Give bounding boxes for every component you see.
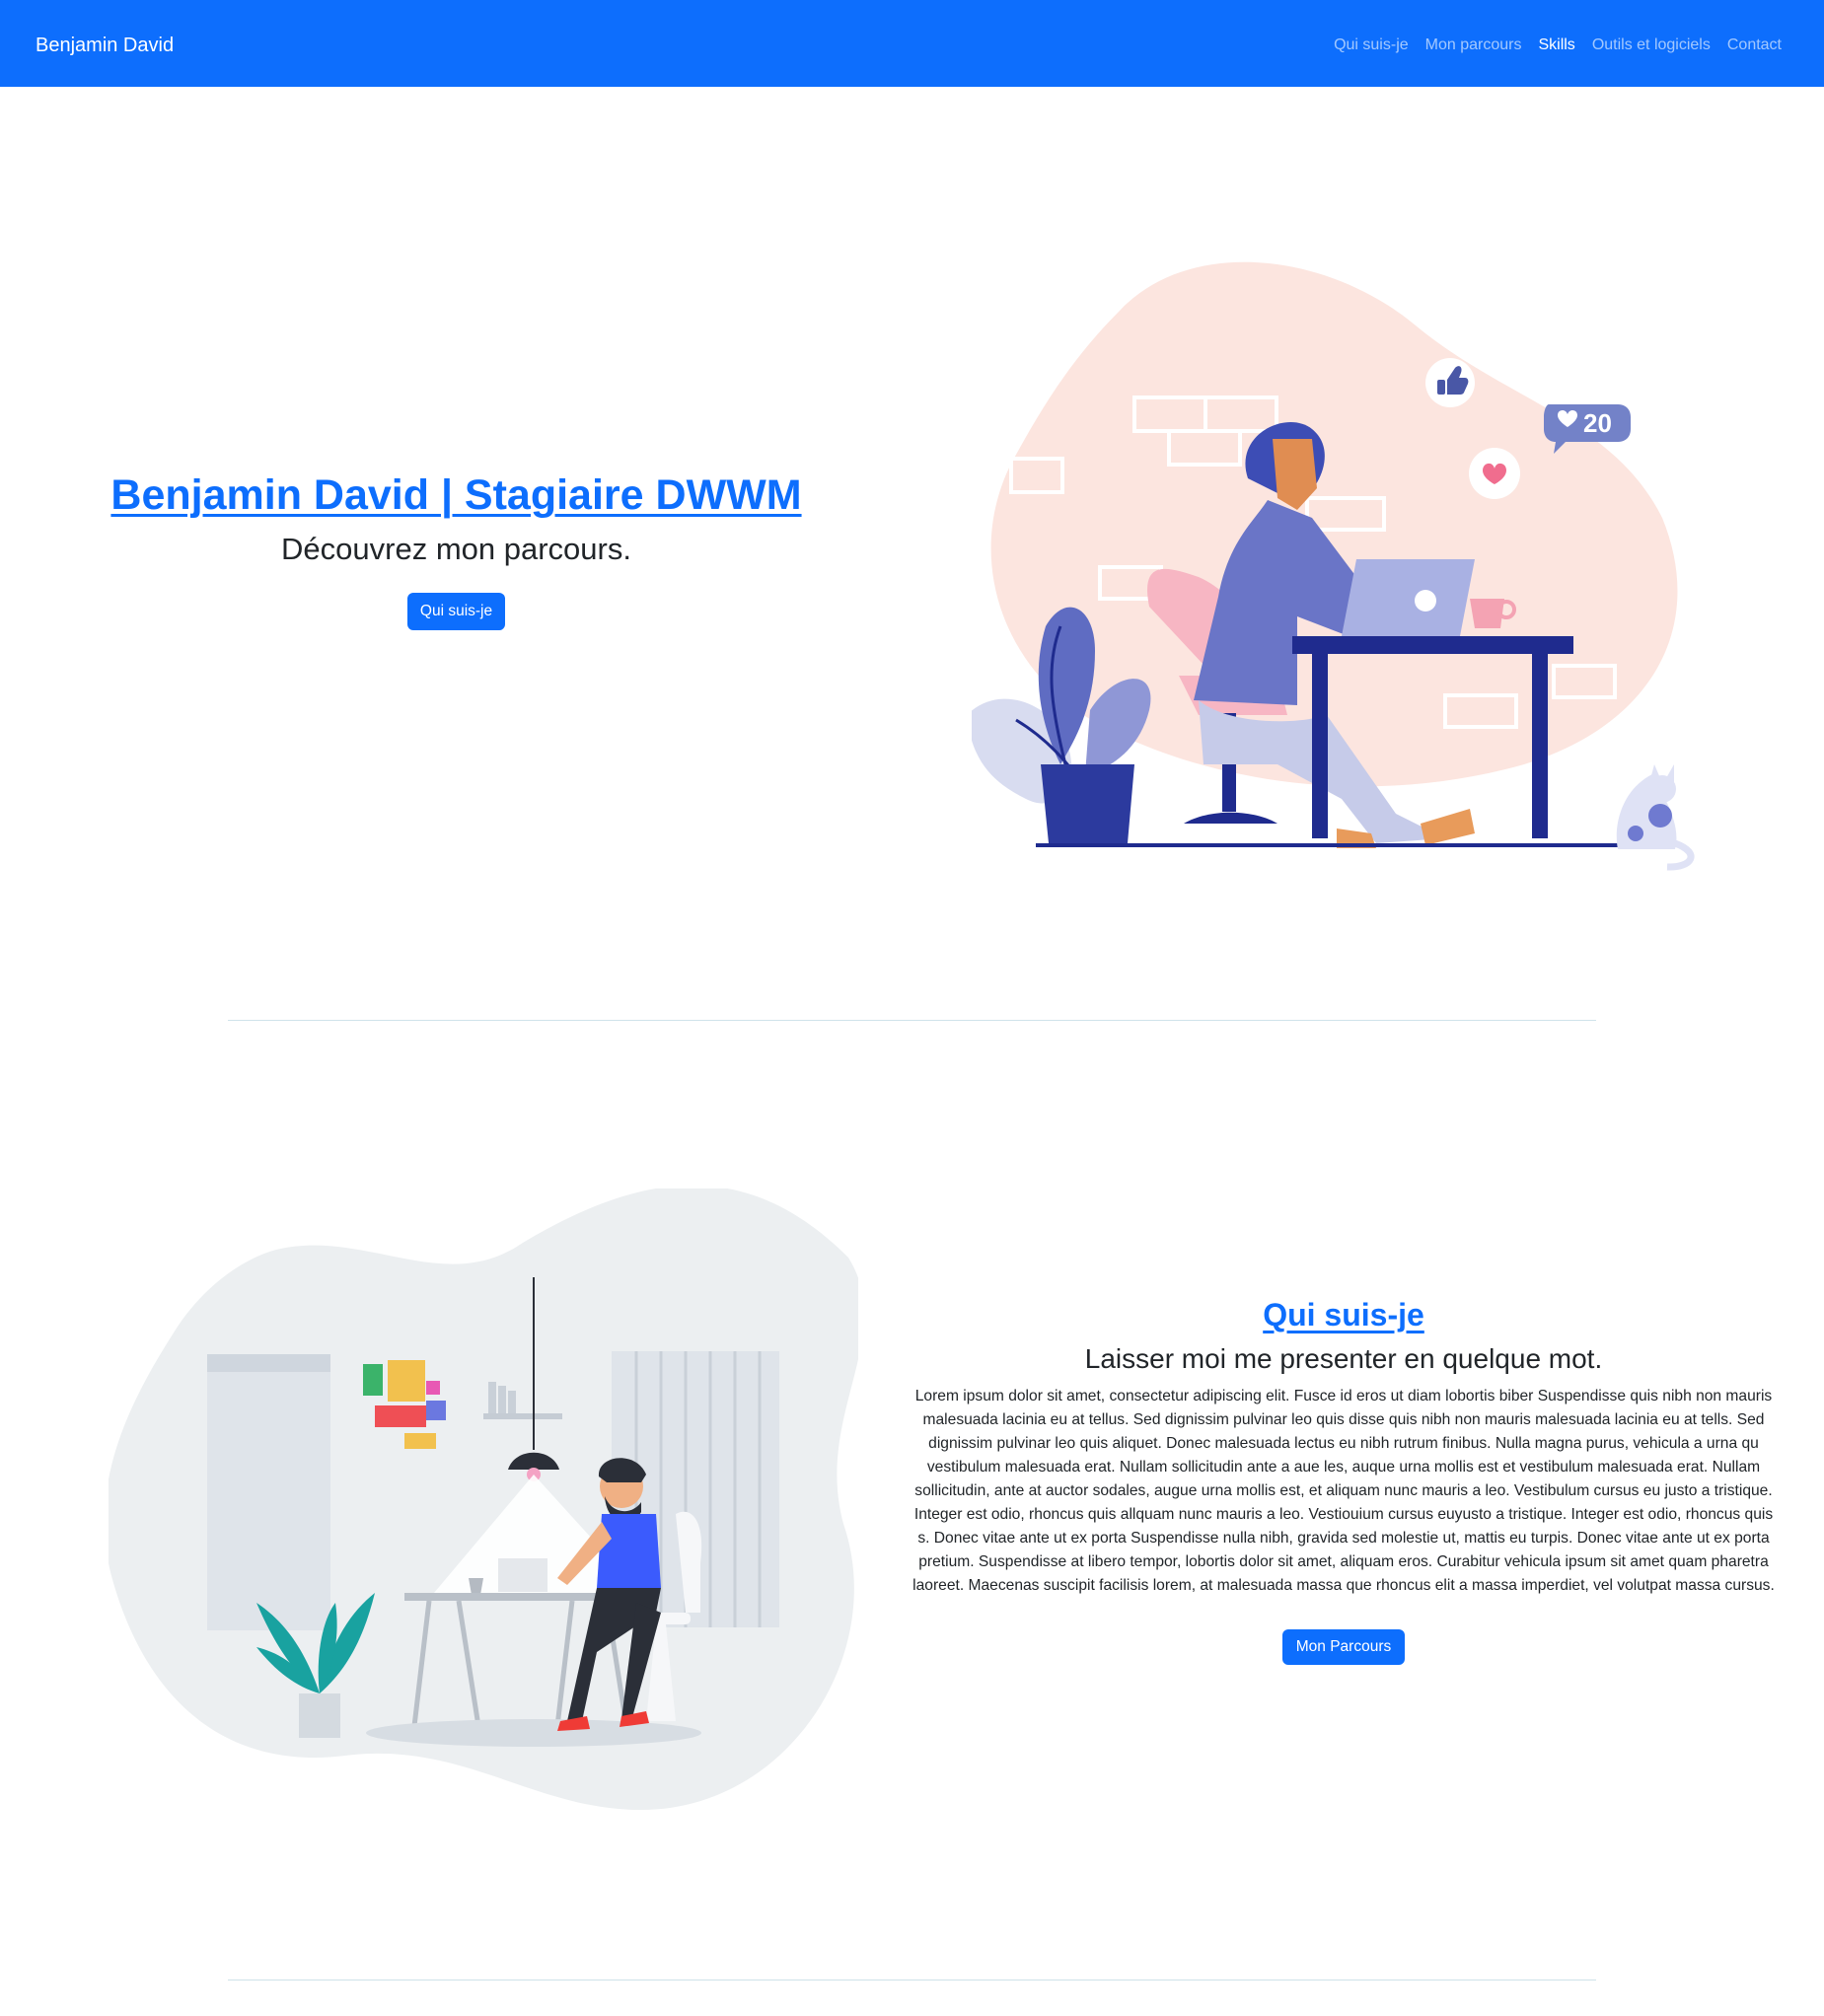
plant-pot (1041, 764, 1134, 843)
mon-parcours-button[interactable]: Mon Parcours (1281, 1629, 1406, 1665)
hero-subtitle: Découvrez mon parcours. (281, 532, 631, 566)
about-section: Qui suis-je Laisser moi me presenter en … (910, 1297, 1778, 1665)
window-left (207, 1354, 330, 1630)
cat-illustration (1616, 764, 1695, 871)
hero-title[interactable]: Benjamin David | Stagiaire DWWM (0, 471, 912, 520)
hero-illustration: 20 (972, 261, 1695, 871)
desk-leg-left (1312, 651, 1328, 838)
nav-link-mon-parcours[interactable]: Mon parcours (1425, 36, 1522, 54)
laptop-screen (1342, 559, 1475, 636)
desk-laptop (498, 1558, 547, 1592)
plant-pot (299, 1693, 340, 1738)
laptop-logo (1415, 590, 1436, 612)
about-title[interactable]: Qui suis-je (910, 1297, 1778, 1333)
floor-line (1036, 843, 1647, 847)
character-shirt (597, 1514, 661, 1588)
desk-leg-right (1532, 651, 1548, 838)
wall-shelf (483, 1413, 562, 1419)
character-foot (1421, 809, 1475, 845)
qui-suis-je-button[interactable]: Qui suis-je (406, 593, 506, 630)
navbar-links: Qui suis-je Mon parcours Skills Outils e… (1334, 0, 1782, 91)
section-divider (228, 1020, 1596, 1021)
nav-link-qui-suis-je[interactable]: Qui suis-je (1334, 36, 1409, 54)
top-navbar: Benjamin David Qui suis-je Mon parcours … (0, 0, 1824, 87)
floor-shadow (366, 1719, 701, 1747)
hero-section: Benjamin David | Stagiaire DWWM Découvre… (0, 471, 912, 630)
nav-link-skills[interactable]: Skills (1538, 36, 1574, 54)
notification-count: 20 (1583, 408, 1612, 438)
navbar-brand[interactable]: Benjamin David (36, 0, 174, 91)
desk-top (1292, 636, 1573, 654)
nav-link-contact[interactable]: Contact (1727, 36, 1782, 54)
about-body-text: Lorem ipsum dolor sit amet, consectetur … (912, 1388, 1775, 1594)
about-subtitle: Laisser moi me presenter en quelque mot. (1084, 1343, 1603, 1374)
nav-link-outils-et-logiciels[interactable]: Outils et logiciels (1592, 36, 1711, 54)
about-illustration (109, 1188, 858, 1810)
